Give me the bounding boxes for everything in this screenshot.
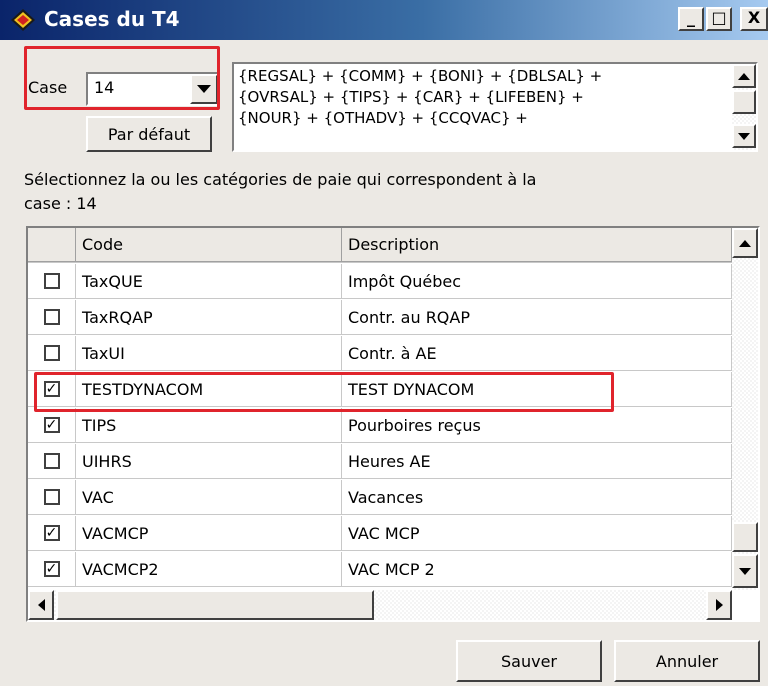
- formula-line-1: {REGSAL} + {COMM} + {BONI} + {DBLSAL} +: [238, 67, 603, 85]
- row-checkbox-cell: [28, 480, 76, 514]
- row-checkbox-cell: [28, 336, 76, 370]
- checkbox-unchecked[interactable]: [43, 309, 60, 325]
- row-description[interactable]: Heures AE: [342, 444, 732, 478]
- row-description[interactable]: VAC MCP: [342, 516, 732, 550]
- row-highlight-box: [34, 372, 614, 412]
- arrow-left-icon: [37, 599, 45, 611]
- arrow-right-icon: [715, 599, 723, 611]
- grid-scroll-down[interactable]: [732, 554, 758, 588]
- case-highlight-box: [24, 46, 220, 110]
- formula-line-2: {OVRSAL} + {TIPS} + {CAR} + {LIFEBEN} +: [238, 88, 584, 106]
- formula-textarea[interactable]: {REGSAL} + {COMM} + {BONI} + {DBLSAL} + …: [232, 62, 758, 152]
- checkbox-unchecked[interactable]: [43, 273, 60, 289]
- header-check-col: [28, 228, 76, 262]
- window-title: Cases du T4: [44, 7, 180, 31]
- row-description[interactable]: Contr. au RQAP: [342, 300, 732, 334]
- formula-scroll-down[interactable]: [732, 124, 756, 148]
- close-button[interactable]: X: [740, 7, 768, 31]
- row-checkbox-cell: ✓: [28, 552, 76, 586]
- dialog-window: Cases du T4 _ □ X Case 14 Par défaut {RE…: [0, 0, 768, 686]
- row-code[interactable]: TaxUI: [76, 336, 342, 370]
- row-description[interactable]: Contr. à AE: [342, 336, 732, 370]
- category-grid: Code Description TaxQUE Impôt Québec TaxRQ…: [26, 226, 760, 622]
- row-code[interactable]: VACMCP2: [76, 552, 342, 586]
- row-code[interactable]: TaxQUE: [76, 264, 342, 298]
- formula-line-3: {NOUR} + {OTHADV} + {CCQVAC} +: [238, 109, 528, 127]
- row-code[interactable]: TaxRQAP: [76, 300, 342, 334]
- grid-scroll-left[interactable]: [28, 590, 54, 620]
- grid-hscroll-thumb[interactable]: [56, 590, 374, 620]
- arrow-down-icon: [738, 132, 750, 140]
- header-code[interactable]: Code: [76, 228, 342, 262]
- row-checkbox-cell: ✓: [28, 516, 76, 550]
- minimize-button[interactable]: _: [678, 7, 704, 31]
- table-row[interactable]: ✓ TIPS Pourboires reçus: [28, 408, 732, 443]
- table-row[interactable]: ✓ VACMCP2 VAC MCP 2: [28, 552, 732, 587]
- grid-scroll-up[interactable]: [732, 228, 758, 258]
- row-checkbox-cell: [28, 300, 76, 334]
- table-row[interactable]: UIHRS Heures AE: [28, 444, 732, 479]
- cancel-button[interactable]: Annuler: [614, 640, 760, 682]
- checkbox-checked[interactable]: ✓: [43, 525, 60, 541]
- checkbox-unchecked[interactable]: [43, 489, 60, 505]
- grid-scroll-right[interactable]: [706, 590, 732, 620]
- header-description[interactable]: Description: [342, 228, 732, 262]
- instruction-line-2: case : 14: [24, 194, 97, 213]
- arrow-up-icon: [738, 72, 750, 80]
- default-button[interactable]: Par défaut: [86, 116, 212, 152]
- maximize-button[interactable]: □: [706, 7, 732, 31]
- checkbox-unchecked[interactable]: [43, 345, 60, 361]
- checkbox-checked[interactable]: ✓: [43, 417, 60, 433]
- row-description[interactable]: VAC MCP 2: [342, 552, 732, 586]
- save-button[interactable]: Sauver: [456, 640, 602, 682]
- checkbox-checked[interactable]: ✓: [43, 561, 60, 577]
- row-description[interactable]: Impôt Québec: [342, 264, 732, 298]
- table-row[interactable]: TaxRQAP Contr. au RQAP: [28, 300, 732, 335]
- row-description[interactable]: Pourboires reçus: [342, 408, 732, 442]
- row-code[interactable]: UIHRS: [76, 444, 342, 478]
- table-row[interactable]: TaxQUE Impôt Québec: [28, 264, 732, 299]
- table-row[interactable]: ✓ VACMCP VAC MCP: [28, 516, 732, 551]
- title-bar[interactable]: Cases du T4 _ □ X: [0, 0, 768, 40]
- grid-header-row: Code Description: [28, 228, 732, 263]
- app-icon: [10, 8, 36, 32]
- arrow-up-icon: [739, 239, 751, 247]
- grid-scroll-thumb[interactable]: [732, 522, 758, 552]
- row-code[interactable]: VACMCP: [76, 516, 342, 550]
- checkbox-unchecked[interactable]: [43, 453, 60, 469]
- row-description[interactable]: Vacances: [342, 480, 732, 514]
- instruction-line-1: Sélectionnez la ou les catégories de pai…: [24, 170, 537, 189]
- row-checkbox-cell: ✓: [28, 408, 76, 442]
- row-code[interactable]: TIPS: [76, 408, 342, 442]
- row-code[interactable]: VAC: [76, 480, 342, 514]
- formula-scroll-up[interactable]: [732, 64, 756, 88]
- arrow-down-icon: [739, 567, 751, 575]
- table-row[interactable]: TaxUI Contr. à AE: [28, 336, 732, 371]
- formula-scroll-thumb[interactable]: [732, 90, 756, 114]
- row-checkbox-cell: [28, 264, 76, 298]
- table-row[interactable]: VAC Vacances: [28, 480, 732, 515]
- row-checkbox-cell: [28, 444, 76, 478]
